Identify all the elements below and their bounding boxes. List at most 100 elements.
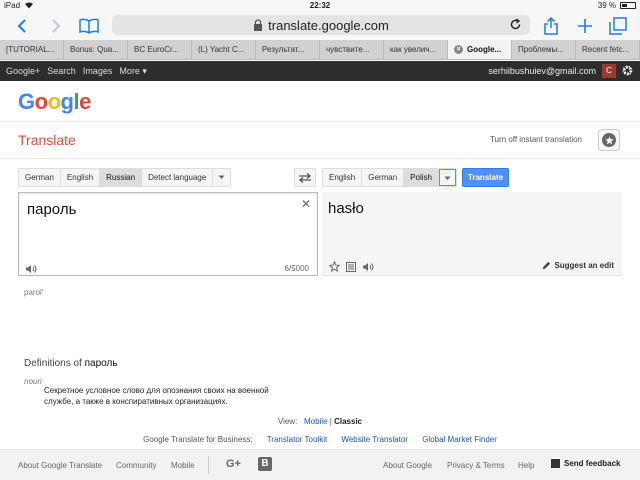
google-bar-links: Google+ Search Images More ▾ bbox=[6, 66, 147, 77]
close-tab-icon[interactable]: × bbox=[454, 45, 463, 55]
browser-tab-label: Проблемы... bbox=[518, 45, 564, 54]
source-text[interactable]: пароль bbox=[27, 201, 76, 218]
help-link[interactable]: Help bbox=[518, 461, 534, 470]
google-plus-icon[interactable]: G+ bbox=[226, 458, 241, 470]
browser-tab[interactable]: × Google... bbox=[448, 40, 512, 59]
copy-list-icon[interactable] bbox=[346, 259, 356, 277]
back-icon[interactable] bbox=[14, 16, 30, 36]
source-lang-german[interactable]: German bbox=[19, 169, 61, 186]
community-link[interactable]: Community bbox=[116, 461, 156, 470]
browser-tab[interactable]: Результат... bbox=[256, 40, 320, 59]
logo-letter: g bbox=[60, 89, 74, 114]
new-tab-icon[interactable] bbox=[576, 16, 594, 36]
instant-translation-toggle[interactable]: Turn off instant translation bbox=[462, 135, 582, 144]
source-lang-russian[interactable]: Russian bbox=[100, 169, 143, 186]
source-language-bar: German English Russian Detect language bbox=[18, 168, 232, 187]
reload-icon[interactable] bbox=[509, 18, 522, 31]
definitions-heading: Definitions of пароль bbox=[24, 358, 118, 369]
footer: About Google Translate Community Mobile … bbox=[0, 449, 640, 480]
share-icon[interactable] bbox=[542, 16, 560, 36]
target-lang-english[interactable]: English bbox=[323, 169, 363, 186]
source-textarea[interactable]: пароль ✕ 6/5000 bbox=[18, 192, 318, 276]
browser-tab-label: Bonus: Qua... bbox=[70, 45, 119, 54]
browser-tab-label: BC EuroCr... bbox=[134, 45, 179, 54]
status-bar: iPad 22:32 39 % bbox=[0, 0, 640, 12]
privacy-terms-link[interactable]: Privacy & Terms bbox=[447, 461, 505, 470]
view-separator: | bbox=[329, 417, 332, 426]
website-translator-link[interactable]: Website Translator bbox=[341, 435, 408, 444]
star-icon bbox=[602, 133, 616, 147]
browser-tabs: [TUTORIAL... Bonus: Qua... BC EuroCr... (L)… bbox=[0, 40, 640, 60]
definition-text: Секретное условное слово для опознания с… bbox=[44, 386, 269, 406]
browser-tab-label: Recent fetc... bbox=[582, 45, 630, 54]
source-lang-detect-language[interactable]: Detect language bbox=[142, 169, 214, 186]
view-label: View: bbox=[277, 417, 298, 426]
google-bar-link[interactable]: Google+ bbox=[6, 66, 40, 77]
send-feedback-label: Send feedback bbox=[564, 459, 621, 468]
browser-tab-label: [TUTORIAL... bbox=[6, 45, 55, 54]
chevron-down-icon[interactable] bbox=[213, 169, 230, 186]
google-bar: Google+ Search Images More ▾ serhiibushuiev… bbox=[0, 61, 640, 81]
lock-icon bbox=[254, 19, 263, 31]
phrasebook-button[interactable] bbox=[598, 129, 620, 151]
google-bar-link[interactable]: Search bbox=[47, 66, 76, 77]
battery-percent: 39 % bbox=[597, 1, 616, 10]
google-logo[interactable]: Google bbox=[18, 89, 91, 115]
target-lang-german[interactable]: German bbox=[362, 169, 405, 186]
section-divider bbox=[0, 158, 640, 159]
speaker-icon[interactable] bbox=[25, 261, 37, 279]
bookmarks-icon[interactable] bbox=[78, 16, 100, 36]
close-icon[interactable]: ✕ bbox=[301, 197, 311, 211]
about-google-link[interactable]: About Google bbox=[383, 461, 432, 470]
suggest-edit-link[interactable]: Suggest an edit bbox=[542, 261, 614, 270]
browser-tab[interactable]: Bonus: Qua... bbox=[64, 40, 128, 59]
tabs-overview-icon[interactable] bbox=[608, 16, 628, 36]
address-bar[interactable]: translate.google.com bbox=[112, 15, 530, 35]
result-text: hasło bbox=[328, 200, 364, 217]
logo-letter: G bbox=[18, 89, 35, 114]
browser-tab-label: Результат... bbox=[262, 45, 305, 54]
logo-letter: o bbox=[34, 89, 48, 114]
result-box: hasło Suggest an edit bbox=[322, 192, 622, 276]
footer-divider bbox=[208, 456, 209, 474]
browser-tab[interactable]: чувствите... bbox=[320, 40, 384, 59]
translator-toolkit-link[interactable]: Translator Toolkit bbox=[267, 435, 327, 444]
battery-icon bbox=[620, 2, 636, 9]
account-email[interactable]: serhiibushuiev@gmail.com bbox=[488, 66, 596, 76]
browser-tab[interactable]: BC EuroCr... bbox=[128, 40, 192, 59]
google-bar-link[interactable]: More ▾ bbox=[119, 66, 147, 77]
clock: 22:32 bbox=[309, 1, 331, 10]
blogger-icon[interactable]: B bbox=[258, 457, 272, 471]
browser-tab[interactable]: (L) Yacht C... bbox=[192, 40, 256, 59]
mobile-link[interactable]: Mobile bbox=[171, 461, 195, 470]
swap-icon bbox=[298, 172, 312, 183]
gear-icon[interactable] bbox=[621, 64, 634, 79]
browser-tab[interactable]: как увелич... bbox=[384, 40, 448, 59]
browser-tab[interactable]: [TUTORIAL... bbox=[0, 40, 64, 59]
avatar[interactable]: C bbox=[602, 64, 616, 78]
target-lang-polish[interactable]: Polish bbox=[404, 169, 439, 186]
pencil-icon bbox=[543, 261, 551, 270]
browser-tab[interactable]: Recent fetc... bbox=[576, 40, 640, 59]
google-bar-link[interactable]: Images bbox=[83, 66, 113, 77]
star-outline-icon[interactable] bbox=[328, 259, 341, 277]
chevron-down-icon[interactable] bbox=[438, 169, 456, 186]
swap-languages-button[interactable] bbox=[294, 168, 316, 187]
character-count: 6/5000 bbox=[284, 264, 309, 273]
forward-icon[interactable] bbox=[48, 16, 64, 36]
translate-button[interactable]: Translate bbox=[462, 168, 509, 187]
business-label: Google Translate for Business: bbox=[143, 435, 253, 444]
view-mobile-link[interactable]: Mobile bbox=[304, 417, 328, 426]
send-feedback-button[interactable]: Send feedback bbox=[551, 459, 620, 468]
browser-tab-label: Google... bbox=[467, 45, 502, 54]
about-translate-link[interactable]: About Google Translate bbox=[18, 461, 102, 470]
page-title: Translate bbox=[18, 132, 76, 148]
source-lang-english[interactable]: English bbox=[61, 169, 101, 186]
speaker-icon[interactable] bbox=[362, 259, 374, 277]
suggest-edit-label: Suggest an edit bbox=[554, 261, 614, 270]
browser-tab-label: чувствите... bbox=[326, 45, 370, 54]
business-links: Google Translate for Business: Translato… bbox=[0, 435, 640, 444]
browser-tab[interactable]: Проблемы... bbox=[512, 40, 576, 59]
browser-tab-label: (L) Yacht C... bbox=[198, 45, 245, 54]
global-market-finder-link[interactable]: Global Market Finder bbox=[422, 435, 497, 444]
